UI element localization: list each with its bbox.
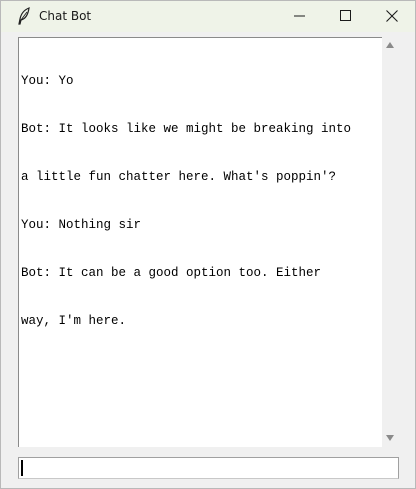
window-title: Chat Bot (39, 9, 92, 23)
arrow-down-icon (386, 435, 394, 441)
scroll-up-button[interactable] (382, 37, 398, 54)
chat-line: way, I'm here. (21, 314, 127, 328)
title-bar[interactable]: Chat Bot (1, 1, 415, 32)
message-input[interactable] (18, 457, 399, 479)
maximize-button[interactable] (323, 1, 369, 32)
chat-line: a little fun chatter here. What's poppin… (21, 170, 337, 184)
scroll-down-button[interactable] (382, 430, 398, 447)
maximize-icon (340, 10, 351, 21)
chat-lines: You: Yo Bot: It looks like we might be b… (21, 41, 379, 361)
vertical-scrollbar[interactable] (382, 37, 398, 447)
chat-history-text[interactable]: You: Yo Bot: It looks like we might be b… (18, 37, 382, 447)
chat-line: Bot: It looks like we might be breaking … (21, 122, 352, 136)
chat-bot-window: Chat Bot You: Yo Bot: It looks like we m… (0, 0, 416, 489)
chat-line: You: Nothing sir (21, 218, 142, 232)
close-button[interactable] (369, 1, 415, 32)
arrow-up-icon (386, 42, 394, 48)
minimize-button[interactable] (277, 1, 323, 32)
minimize-icon (294, 15, 305, 17)
chat-line: You: Yo (21, 74, 74, 88)
chat-line: Bot: It can be a good option too. Either (21, 266, 322, 280)
text-caret (21, 460, 23, 476)
close-icon (386, 10, 398, 22)
feather-icon (16, 7, 32, 25)
